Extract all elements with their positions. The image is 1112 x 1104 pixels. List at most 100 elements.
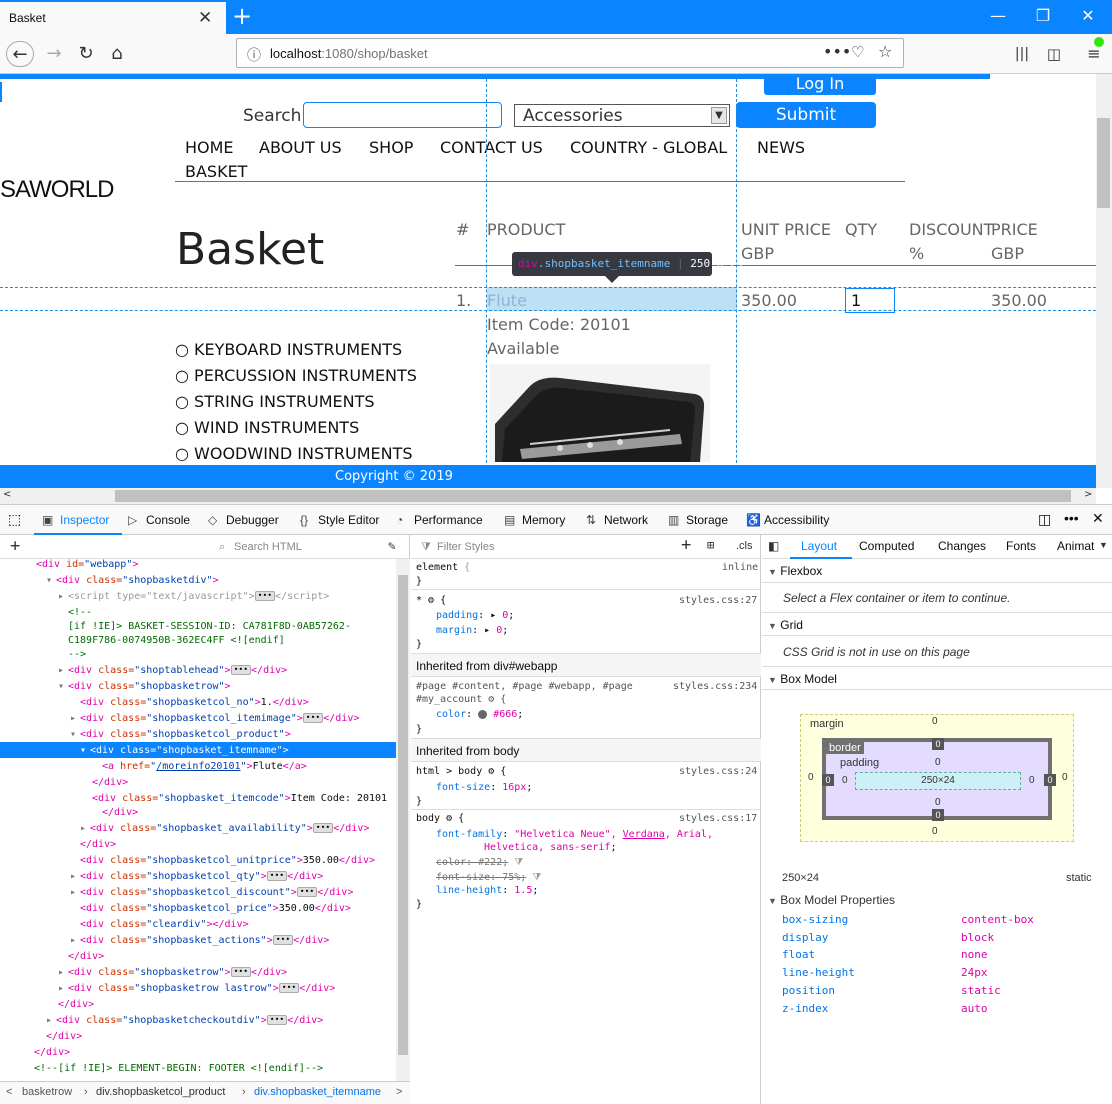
rule-declaration[interactable]: line-height: 1.5; — [436, 884, 538, 897]
box-model-properties-header[interactable]: ▼ Box Model Properties — [768, 893, 895, 907]
border-left-value[interactable]: 0 — [822, 774, 834, 786]
category-item[interactable]: ○ PERCUSSION INSTRUMENTS — [175, 366, 435, 385]
tree-node[interactable]: ▸ <div class="shopbasketcol_discount"> •••… — [70, 885, 353, 901]
tree-node[interactable]: ▸ <div class="shoptablehead"> ••• </div> — [58, 663, 287, 679]
login-button[interactable]: Log In — [764, 74, 876, 95]
nav-home[interactable]: HOME — [185, 138, 234, 157]
nav-contact-us[interactable]: CONTACT US — [440, 138, 543, 157]
tab-performance[interactable]: ◔ Performance — [396, 513, 483, 527]
border-right-value[interactable]: 0 — [1044, 774, 1056, 786]
tab-storage[interactable]: ▥ Storage — [668, 513, 728, 527]
breadcrumb-scroll-left-icon[interactable]: < — [6, 1086, 12, 1098]
box-model-content[interactable]: 250×24 — [855, 772, 1021, 790]
margin-left-value[interactable]: 0 — [808, 772, 814, 783]
grid-header[interactable]: ▼ Grid — [762, 612, 1112, 636]
new-tab-icon[interactable]: + — [230, 2, 254, 30]
filter-styles-input[interactable]: ⧩ Filter Styles — [417, 538, 671, 556]
rule-source[interactable]: styles.css:27 — [679, 594, 757, 607]
scroll-left-icon[interactable]: < — [3, 489, 11, 500]
tree-node[interactable]: </div> — [46, 1029, 82, 1045]
minimize-icon[interactable]: — — [983, 6, 1013, 25]
nav-shop[interactable]: SHOP — [369, 138, 413, 157]
add-node-icon[interactable]: + — [10, 536, 20, 556]
tree-node[interactable]: ▸ <div class="shopbasket_actions"> ••• </di… — [70, 933, 329, 949]
tab-basket[interactable]: Basket ✕ — [0, 0, 226, 34]
rule-source[interactable]: styles.css:17 — [679, 812, 757, 825]
sidebar-icon[interactable]: ◫ — [1040, 41, 1068, 67]
search-input[interactable] — [303, 102, 502, 128]
rule-selector[interactable]: element { — [416, 561, 470, 574]
more-options-icon[interactable]: ••• — [1064, 510, 1079, 526]
tree-node[interactable]: <div id="webapp"> — [36, 557, 138, 573]
rule-source[interactable]: styles.css:24 — [679, 765, 757, 778]
tree-node[interactable]: ▸ <div class="shopbasketcol_qty"> ••• </div… — [70, 869, 323, 885]
pocket-icon[interactable]: ♡ — [851, 43, 864, 61]
page-horizontal-scroll-thumb[interactable] — [115, 490, 1071, 502]
rule-declaration[interactable]: color: #666; — [436, 708, 523, 721]
tab-memory[interactable]: ▤ Memory — [504, 513, 565, 527]
rule-selector[interactable]: #page #content, #page #webapp, #page — [416, 680, 633, 693]
tree-comment[interactable]: <!--[if !IE]> ELEMENT-BEGIN: FOOTER <![e… — [34, 1061, 323, 1077]
submit-button[interactable]: Submit — [736, 102, 876, 128]
rule-declaration[interactable]: padding: ▸ 0; — [436, 609, 514, 622]
tree-node[interactable]: ▸ <div class="shopbasketcheckoutdiv"> ••• <… — [46, 1013, 323, 1029]
box-model-border[interactable]: border 0 0 0 0 padding 0 0 0 0 250×24 — [822, 738, 1056, 821]
tree-node[interactable]: <div class="shopbasketcol_price">350.00<… — [80, 901, 351, 917]
border-top-value[interactable]: 0 — [932, 738, 944, 750]
padding-left-value[interactable]: 0 — [842, 775, 848, 786]
home-icon[interactable]: ⌂ — [103, 41, 131, 67]
rule-declaration[interactable]: font-family: "Helvetica Neue", Verdana, … — [436, 828, 713, 841]
tree-node[interactable]: </div> — [58, 997, 94, 1013]
tree-node[interactable]: </div> — [68, 949, 104, 965]
category-item[interactable]: ○ WOODWIND INSTRUMENTS — [175, 444, 435, 463]
rule-declaration[interactable]: Helvetica, sans-serif; — [484, 841, 616, 854]
back-icon[interactable]: ← — [6, 41, 34, 67]
toggle-sidebar-icon[interactable]: ◧ — [768, 539, 779, 553]
forward-icon[interactable]: → — [40, 41, 68, 67]
breadcrumb-scroll-right-icon[interactable]: > — [396, 1086, 402, 1098]
tab-computed[interactable]: Computed — [859, 539, 914, 553]
tab-console[interactable]: ▷ Console — [128, 513, 190, 527]
tree-node[interactable]: <div class="shopbasketcol_unitprice">350… — [80, 853, 375, 869]
restore-icon[interactable]: ❐ — [1028, 6, 1058, 25]
tree-node[interactable]: <div class="shopbasketcol_no">1.</div> — [80, 695, 309, 711]
toggle-pseudo-icon[interactable]: ⊞ — [707, 538, 714, 552]
tab-inspector[interactable]: ▣ Inspector — [42, 513, 109, 527]
nav-about-us[interactable]: ABOUT US — [259, 138, 342, 157]
close-devtools-icon[interactable]: ✕ — [1092, 510, 1104, 527]
tree-comment[interactable]: --> — [68, 647, 86, 663]
breadcrumb-item-active[interactable]: div.shopbasket_itemname — [254, 1086, 381, 1098]
tree-node[interactable]: ▾ <div class="shopbasketcol_product"> — [70, 727, 291, 743]
tree-node-selected[interactable]: ▾ <div class="shopbasket_itemname"> — [80, 743, 289, 759]
box-model-header[interactable]: ▼ Box Model — [762, 666, 1112, 690]
flexbox-header[interactable]: ▼ Flexbox — [762, 559, 1112, 583]
product-image[interactable] — [490, 364, 710, 462]
tab-debugger[interactable]: ◇ Debugger — [208, 513, 279, 527]
reload-icon[interactable]: ↻ — [72, 41, 100, 67]
rule-declaration-overridden[interactable]: color: #222; ⧩ — [436, 856, 523, 869]
tab-layout[interactable]: Layout — [801, 539, 837, 553]
category-item[interactable]: ○ WIND INSTRUMENTS — [175, 418, 435, 437]
tree-comment[interactable]: C189F786-0074950B-362EC4FF <![endif] — [68, 633, 285, 649]
margin-bottom-value[interactable]: 0 — [932, 826, 938, 837]
padding-bottom-value[interactable]: 0 — [935, 797, 941, 808]
scroll-right-icon[interactable]: > — [1084, 489, 1092, 500]
tree-node[interactable]: </div> — [34, 1045, 70, 1061]
rule-selector[interactable]: body ⚙ { — [416, 812, 464, 825]
library-icon[interactable]: ||| — [1008, 41, 1036, 67]
tree-node[interactable]: <a href="/moreinfo20101">Flute</a> — [102, 759, 307, 775]
tree-node[interactable]: </div> — [80, 837, 116, 853]
element-picker-icon[interactable]: ⬚ — [8, 511, 21, 528]
category-item[interactable]: ○ STRING INSTRUMENTS — [175, 392, 435, 411]
eyedropper-icon[interactable]: ✎ — [388, 539, 396, 554]
rule-declaration[interactable]: font-size: 16px; — [436, 781, 532, 794]
tree-node[interactable]: ▸ <div class="shopbasketrow"> ••• </div> — [58, 965, 287, 981]
dock-icon[interactable]: ◫ — [1038, 511, 1051, 528]
tree-node[interactable]: <div class="cleardiv"></div> — [80, 917, 249, 933]
url-bar[interactable]: ⓘ localhost:1080/shop/basket ••• ♡ ☆ — [236, 38, 904, 68]
info-icon[interactable]: ⓘ — [247, 45, 261, 65]
margin-right-value[interactable]: 0 — [1062, 772, 1068, 783]
rule-selector[interactable]: * ⚙ { — [416, 594, 446, 607]
padding-top-value[interactable]: 0 — [935, 757, 941, 768]
breadcrumb-item[interactable]: basketrow — [22, 1086, 72, 1098]
